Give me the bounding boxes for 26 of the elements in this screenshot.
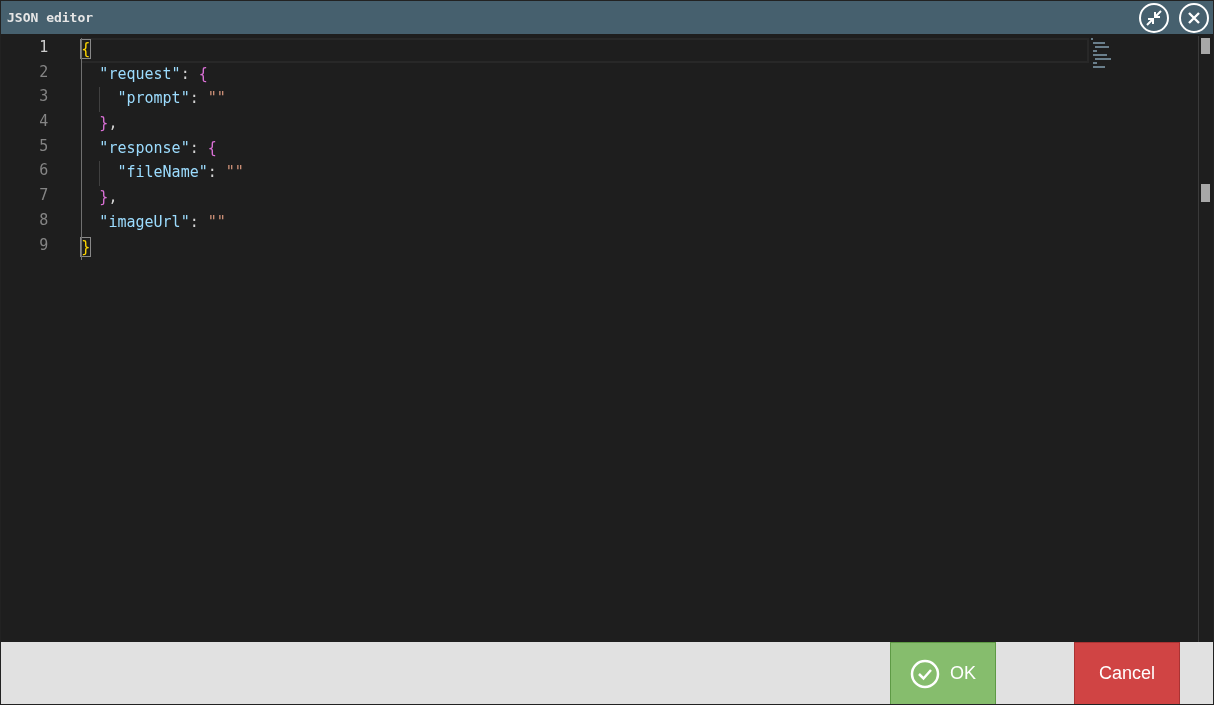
code-line: }, xyxy=(98,188,118,207)
line-number: 2 xyxy=(38,62,50,83)
cancel-button[interactable]: Cancel xyxy=(1074,642,1180,704)
line-number: 5 xyxy=(38,136,50,157)
line-number: 8 xyxy=(38,210,50,231)
window-title: JSON editor xyxy=(7,10,95,25)
line-number: 1 xyxy=(38,38,50,58)
code-line: } xyxy=(81,237,91,256)
code-line: "fileName": "" xyxy=(116,163,244,182)
code-line: "imageUrl": "" xyxy=(98,212,226,231)
code-line: }, xyxy=(98,114,118,133)
code-line: "prompt": "" xyxy=(116,89,226,108)
line-number: 9 xyxy=(38,235,50,256)
code-line: "request": { xyxy=(98,64,208,83)
close-button[interactable] xyxy=(1179,2,1209,33)
code-line: "response": { xyxy=(98,138,217,157)
line-number: 4 xyxy=(38,112,50,133)
line-number: 3 xyxy=(38,87,50,108)
code-line: { xyxy=(81,40,91,58)
collapse-button[interactable] xyxy=(1139,2,1169,33)
check-icon xyxy=(910,658,940,689)
line-number: 6 xyxy=(38,161,50,182)
close-icon xyxy=(1187,10,1201,25)
line-number: 7 xyxy=(38,186,50,207)
scrollbar[interactable] xyxy=(1198,36,1213,642)
collapse-icon xyxy=(1145,8,1163,27)
